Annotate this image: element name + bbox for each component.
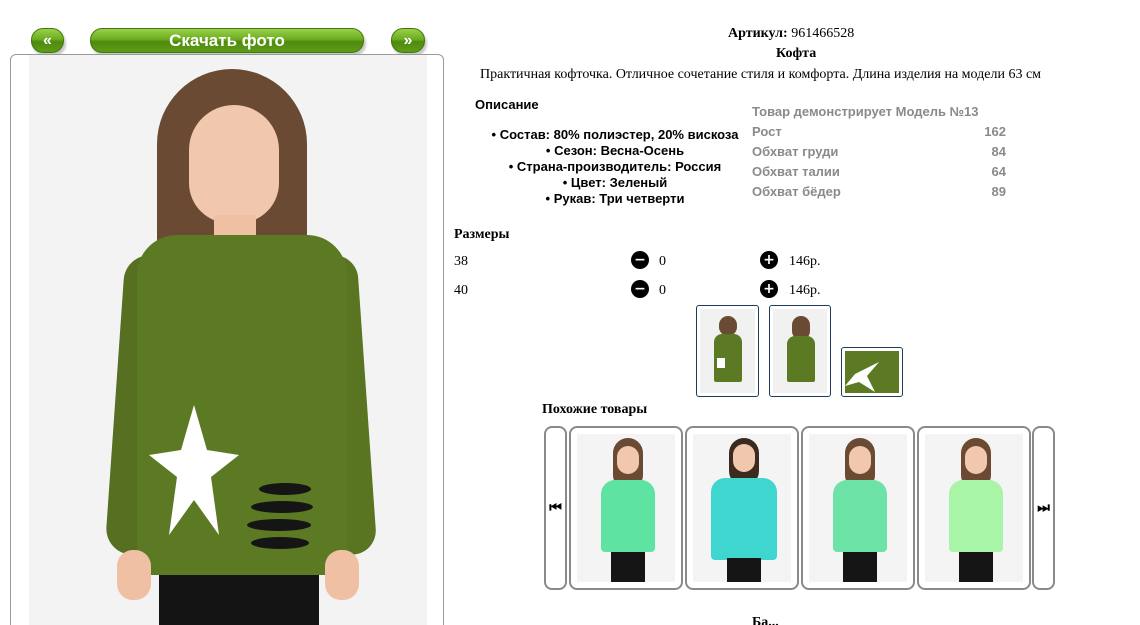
- model-row-label: Обхват бёдер: [752, 184, 841, 199]
- spec-item: Страна-производитель: Россия: [470, 159, 760, 175]
- product-face: [733, 444, 755, 472]
- size-row: 40 − 0 + 146р.: [454, 280, 854, 302]
- thumb-star: [717, 358, 725, 368]
- cutout-1: [259, 483, 311, 495]
- model-measurements: Товар демонстрирует Модель №13 Рост 162 …: [752, 103, 1006, 203]
- size-price: 146р.: [789, 283, 821, 298]
- prev-photo-button[interactable]: «: [31, 28, 64, 53]
- decrease-qty-icon[interactable]: −: [631, 280, 649, 298]
- star-print: [149, 405, 239, 535]
- product-top: [601, 480, 655, 552]
- quantity-value: 0: [659, 283, 666, 298]
- product-top: [711, 478, 777, 560]
- model-row: Рост 162: [752, 123, 1006, 143]
- similar-product[interactable]: [917, 426, 1031, 590]
- model-row-value: 84: [991, 144, 1006, 159]
- model-title: Товар демонстрирует Модель №13: [752, 104, 979, 119]
- model-row: Обхват талии 64: [752, 163, 1006, 183]
- spec-item: Состав: 80% полиэстер, 20% вискоза: [470, 127, 760, 143]
- product-title: Кофта: [776, 46, 817, 61]
- similar-heading: Похожие товары: [542, 402, 648, 417]
- product-top: [833, 480, 887, 552]
- skip-forward-icon: ⏭: [1037, 500, 1050, 516]
- product-legs: [727, 558, 761, 582]
- similar-product[interactable]: [685, 426, 799, 590]
- sku-value: 961466528: [791, 26, 855, 41]
- product-face: [965, 446, 987, 474]
- sizes-heading: Размеры: [454, 227, 510, 242]
- similar-product[interactable]: [801, 426, 915, 590]
- thumbnail-detail[interactable]: [841, 347, 903, 397]
- main-photo-frame: [10, 54, 444, 625]
- size-label: 38: [454, 254, 468, 269]
- carousel-prev-icon[interactable]: ⏮: [544, 426, 567, 590]
- model-row: Обхват груди 84: [752, 143, 1006, 163]
- model-row-label: Рост: [752, 124, 782, 139]
- cut-off-heading: Ба...: [752, 615, 779, 625]
- model-row-value: 64: [991, 164, 1006, 179]
- model-hand-left: [117, 550, 151, 600]
- increase-qty-icon[interactable]: +: [760, 251, 778, 269]
- model-row-label: Обхват груди: [752, 144, 839, 159]
- model-row-value: 162: [984, 124, 1006, 139]
- cutout-2: [251, 501, 313, 513]
- similar-product-image: [693, 434, 791, 582]
- increase-qty-icon[interactable]: +: [760, 280, 778, 298]
- model-face: [189, 105, 279, 223]
- similar-product-image: [925, 434, 1023, 582]
- sku: Артикул: 961466528: [728, 26, 854, 42]
- similar-product-image: [809, 434, 907, 582]
- similar-product-image: [577, 434, 675, 582]
- skip-back-icon: ⏮: [549, 500, 562, 516]
- download-photo-button[interactable]: Скачать фото: [90, 28, 364, 53]
- thumb-star: [845, 362, 879, 392]
- model-row-label: Обхват талии: [752, 164, 840, 179]
- carousel-next-icon[interactable]: ⏭: [1032, 426, 1055, 590]
- sku-label: Артикул:: [728, 26, 788, 41]
- specs-list: Состав: 80% полиэстер, 20% вискоза Сезон…: [470, 127, 760, 207]
- spec-item: Цвет: Зеленый: [470, 175, 760, 191]
- thumbnail-back[interactable]: [769, 305, 831, 397]
- thumb-top: [787, 336, 815, 382]
- product-top: [949, 480, 1003, 552]
- quantity-value: 0: [659, 254, 666, 269]
- cutout-3: [247, 519, 311, 531]
- size-label: 40: [454, 283, 468, 298]
- model-row: Обхват бёдер 89: [752, 183, 1006, 203]
- product-description: Практичная кофточка. Отличное сочетание …: [480, 67, 1042, 82]
- model-row-value: 89: [991, 184, 1006, 199]
- similar-product[interactable]: [569, 426, 683, 590]
- product-face: [849, 446, 871, 474]
- thumb-hair: [719, 316, 737, 336]
- size-row: 38 − 0 + 146р.: [454, 251, 854, 273]
- product-face: [617, 446, 639, 474]
- model-legs: [159, 575, 319, 625]
- spec-item: Сезон: Весна-Осень: [470, 143, 760, 159]
- specs-heading: Описание: [475, 97, 539, 112]
- product-legs: [611, 552, 645, 582]
- product-legs: [843, 552, 877, 582]
- product-legs: [959, 552, 993, 582]
- main-product-photo: [29, 55, 427, 625]
- decrease-qty-icon[interactable]: −: [631, 251, 649, 269]
- cutout-4: [251, 537, 309, 549]
- size-price: 146р.: [789, 254, 821, 269]
- model-hand-right: [325, 550, 359, 600]
- next-photo-button[interactable]: »: [391, 28, 425, 53]
- thumbnail-front[interactable]: [696, 305, 759, 397]
- spec-item: Рукав: Три четверти: [470, 191, 760, 207]
